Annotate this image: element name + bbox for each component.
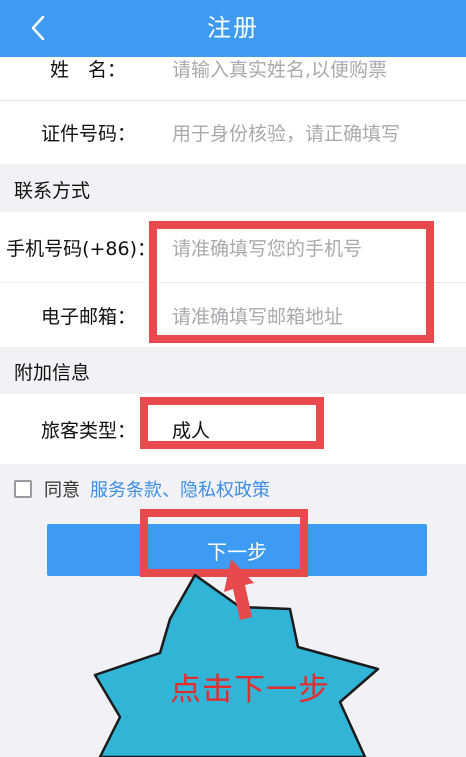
email-label: 电子邮箱：: [40, 305, 136, 328]
id-number-row: 证件号码： 用于身份核验，请正确填写: [0, 101, 466, 164]
id-number-input[interactable]: 用于身份核验，请正确填写: [172, 101, 400, 164]
page-title: 注册: [207, 14, 259, 42]
agreement-row: 同意 服务条款 、 隐私权政策: [0, 466, 466, 512]
privacy-link[interactable]: 隐私权政策: [180, 476, 270, 502]
terms-link[interactable]: 服务条款: [90, 476, 162, 502]
highlight-box-contact: [149, 221, 434, 343]
id-number-placeholder: 用于身份核验，请正确填写: [172, 123, 401, 145]
section-contact: 联系方式: [14, 179, 91, 202]
name-label: 姓 名：: [49, 59, 126, 81]
callout-text: 点击下一步: [170, 672, 330, 708]
section-extra-info: 附加信息: [14, 361, 91, 384]
link-separator: 、: [162, 480, 180, 501]
highlight-box-passenger-type: [140, 397, 324, 449]
phone-label: 手机号码(+86)：: [6, 237, 156, 260]
id-number-label: 证件号码：: [40, 123, 136, 145]
passenger-type-label: 旅客类型：: [40, 419, 136, 442]
agree-checkbox[interactable]: [14, 480, 32, 498]
callout-burst: [93, 559, 380, 757]
name-input[interactable]: 请输入真实姓名,以便购票: [172, 57, 387, 90]
name-placeholder: 请输入真实姓名,以便购票: [172, 59, 388, 81]
name-row: 姓 名： 请输入真实姓名,以便购票: [0, 57, 466, 100]
app-header: 注册: [0, 0, 466, 57]
agree-text: 同意: [44, 480, 80, 501]
